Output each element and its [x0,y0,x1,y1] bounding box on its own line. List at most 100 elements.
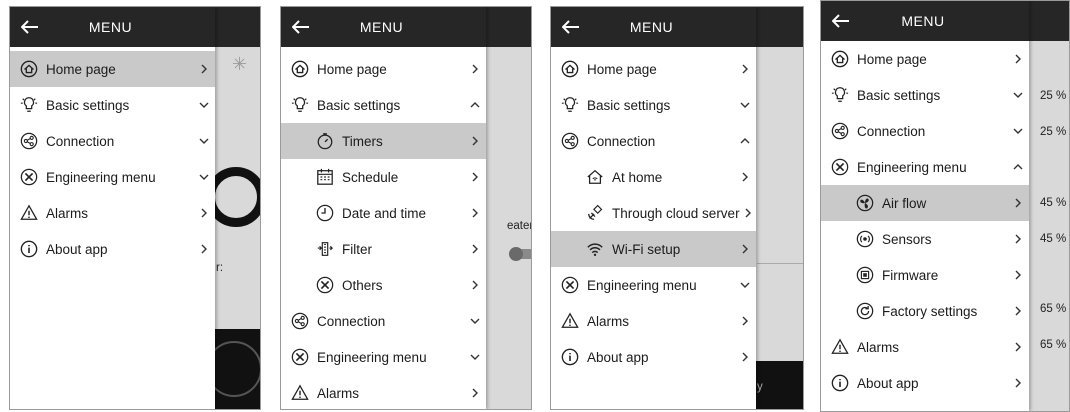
menu-item-label: Engineering menu [857,159,967,175]
back-arrow-icon[interactable] [551,7,591,47]
menu-item-air-flow[interactable]: Air flow [821,185,1029,221]
drawer-header: MENU [281,7,486,47]
menu-drawer: MENU Home page Basic settings Timers Sch… [281,7,486,409]
menu-item-label: Basic settings [46,97,130,113]
clock-icon [315,203,335,223]
chevron-right-icon [464,244,486,254]
menu-item-home[interactable]: Home page [281,51,486,87]
menu-item-alarms[interactable]: Alarms [821,329,1029,365]
chevron-right-icon [734,64,756,74]
menu-item-connection[interactable]: Connection [281,303,486,339]
menu-item-label: Others [342,277,383,293]
chevron-up-icon [734,136,756,146]
menu-item-home[interactable]: Home page [10,51,215,87]
menu-item-sensors[interactable]: Sensors [821,221,1029,257]
back-arrow-icon[interactable] [821,1,861,41]
warning-icon [560,311,580,331]
menu-item-label: Engineering menu [317,349,427,365]
menu-item-label: Date and time [342,205,427,221]
menu-item-basic-settings[interactable]: Basic settings [551,87,756,123]
percent-label: 45 % [1040,197,1067,209]
menu-item-others[interactable]: Others [281,267,486,303]
menu-item-connection[interactable]: Connection [10,123,215,159]
menu-item-basic-settings[interactable]: Basic settings [10,87,215,123]
background-divider [757,263,803,264]
menu-item-connection[interactable]: Connection [551,123,756,159]
menu-item-label: Alarms [317,385,360,401]
menu-item-home[interactable]: Home page [821,41,1029,77]
chevron-up-icon [1007,162,1029,172]
house-wifi-icon [585,167,605,187]
chevron-right-icon [1007,234,1029,244]
menu-item-engineering[interactable]: Engineering menu [821,149,1029,185]
menu-item-basic-settings[interactable]: Basic settings [281,87,486,123]
fan-icon [855,193,875,213]
chevron-down-icon [193,136,215,146]
menu-item-engineering[interactable]: Engineering menu [10,159,215,195]
menu-item-alarms[interactable]: Alarms [10,195,215,231]
percent-label: 45 % [1040,233,1067,245]
menu-item-label: About app [46,241,108,257]
tools-icon [560,275,580,295]
menu-item-label: Home page [587,61,657,77]
chevron-right-icon [1007,54,1029,64]
toggle-knob [509,247,523,261]
chevron-right-icon [734,316,756,326]
home-icon [830,49,850,69]
menu-item-label: At home [612,169,663,185]
warning-icon [830,337,850,357]
menu-item-label: Schedule [342,169,399,185]
menu-item-label: About app [587,349,649,365]
share-icon [290,311,310,331]
chevron-right-icon [464,280,486,290]
menu-item-label: Factory settings [882,303,978,319]
menu-item-connection[interactable]: Connection [821,113,1029,149]
chevron-right-icon [1007,198,1029,208]
filter-icon [315,239,335,259]
chevron-down-icon [193,172,215,182]
menu-item-wifi-setup[interactable]: Wi-Fi setup [551,231,756,267]
calendar-icon [315,167,335,187]
menu-item-home[interactable]: Home page [551,51,756,87]
menu-item-basic-settings[interactable]: Basic settings [821,77,1029,113]
menu-item-factory-settings[interactable]: Factory settings [821,293,1029,329]
bulb-icon [560,95,580,115]
screen-2: eater: MENU Home page Basic settings Tim… [280,6,532,410]
percent-label: 65 % [1040,339,1067,351]
back-arrow-icon[interactable] [10,7,50,47]
menu-title: MENU [901,13,945,29]
chevron-down-icon [1007,126,1029,136]
back-arrow-icon[interactable] [281,7,321,47]
drawer-header: MENU [821,1,1029,41]
tools-icon [290,347,310,367]
menu-item-engineering[interactable]: Engineering menu [551,267,756,303]
screen-4: 25 % 25 % 45 % 45 % 65 % 65 % MENU Home … [820,0,1070,412]
chevron-down-icon [734,100,756,110]
home-icon [290,59,310,79]
menu-item-firmware[interactable]: Firmware [821,257,1029,293]
menu-item-at-home[interactable]: At home [551,159,756,195]
menu-item-label: Wi-Fi setup [612,241,681,257]
menu-item-label: Timers [342,133,383,149]
menu-item-alarms[interactable]: Alarms [551,303,756,339]
tools-icon [19,167,39,187]
menu-item-alarms[interactable]: Alarms [281,375,486,409]
menu-item-engineering[interactable]: Engineering menu [281,339,486,375]
chevron-right-icon [1007,270,1029,280]
warning-icon [19,203,39,223]
chevron-right-icon [464,388,486,398]
home-icon [560,59,580,79]
menu-item-cloud-server[interactable]: Through cloud server [551,195,756,231]
menu-item-about[interactable]: About app [10,231,215,267]
chevron-right-icon [193,244,215,254]
menu-item-date-time[interactable]: Date and time [281,195,486,231]
menu-item-filter[interactable]: Filter [281,231,486,267]
chevron-up-icon [464,100,486,110]
menu-item-timers[interactable]: Timers [281,123,486,159]
menu-item-schedule[interactable]: Schedule [281,159,486,195]
background-label: eater: [507,220,531,232]
menu-item-about[interactable]: About app [821,365,1029,401]
chevron-right-icon [1007,306,1029,316]
menu-item-about[interactable]: About app [551,339,756,375]
chevron-down-icon [464,316,486,326]
